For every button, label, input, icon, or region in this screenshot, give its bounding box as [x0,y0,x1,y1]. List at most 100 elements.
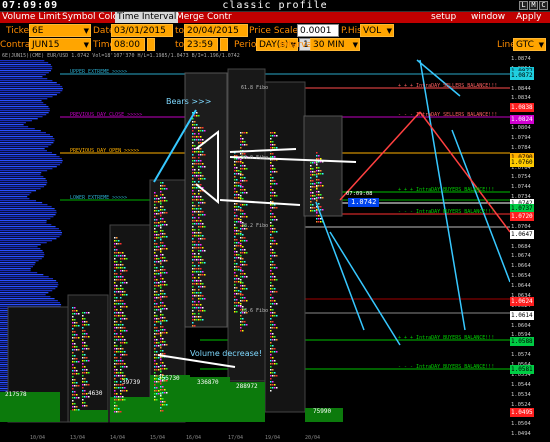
tpo-mark [164,269,166,271]
day-box-3 [109,224,151,423]
tpo-mark [242,246,244,248]
tpo-mark [240,234,242,236]
tpo-mark [274,216,276,218]
tpo-mark [192,271,194,273]
tpo-mark [238,305,240,307]
contract-select[interactable]: JUN15 ▼ [29,38,91,51]
tpo-mark [192,181,194,183]
forecast-line-2 [315,201,365,331]
tpo-mark [194,157,196,159]
tpo-mark [194,220,196,222]
tpo-mark [242,273,244,275]
tpo-mark [316,155,318,157]
tpo-mark [270,231,272,233]
tpo-mark [120,255,122,257]
time-from-spinner[interactable] [147,38,155,51]
tpo-mark [162,404,164,406]
price-tick-label: 1.0874 [511,56,531,62]
tpo-mark [198,130,200,132]
tab-volume-limit[interactable]: Volume Limit [0,12,63,23]
tpo-mark [86,357,88,359]
tpo-mark [272,273,274,275]
tpo-mark [120,375,122,377]
tpo-mark [118,255,120,257]
ticker-select[interactable]: 6E ▼ [29,24,91,37]
tpo-mark [196,232,198,234]
tpo-mark [116,357,118,359]
chevron-down-icon: ▼ [83,41,89,49]
tpo-mark [234,221,236,223]
tpo-mark [318,218,320,220]
price-scale-field[interactable]: 0.0001 [297,24,339,37]
tpo-mark [196,307,198,309]
time-from-field[interactable]: 08:00 [111,38,145,51]
menu-setup[interactable]: setup [429,12,458,23]
tpo-mark [240,279,242,281]
tpo-mark [84,381,86,383]
tpo-mark [192,142,194,144]
price-tick-label: 1.0654 [511,273,531,280]
tpo-mark [78,373,80,375]
interval-select[interactable]: 30 MIN ▼ [310,38,360,51]
tpo-mark [314,210,316,212]
date-to-field[interactable]: 20/04/2015 [184,24,248,37]
window-button-l[interactable]: L [519,1,528,10]
tpo-mark [122,282,124,284]
phist-select[interactable]: VOL ▼ [360,24,394,37]
tpo-mark [198,319,200,321]
tpo-mark [196,172,198,174]
tpo-mark [192,319,194,321]
tpo-mark [202,130,204,132]
tpo-mark [160,395,162,397]
tpo-mark [78,397,80,399]
tpo-mark [164,320,166,322]
window-button-c[interactable]: C [539,1,548,10]
chevron-down-icon: ▼ [352,41,358,49]
profile-chart[interactable]: 6E(JUN15)(CME) EUR/USD 1.0742 Vol=18'107… [0,52,510,435]
tpo-mark [154,222,156,224]
price-axis[interactable]: 1.08741.08641.08541.08441.08341.08241.08… [510,52,550,442]
tab-merge-contr[interactable]: Merge Contr [174,12,234,23]
tpo-mark [162,194,164,196]
tpo-mark [204,286,206,288]
tpo-mark [114,291,116,293]
window-button-m[interactable]: M [529,1,538,10]
menu-apply[interactable]: Apply [514,12,543,23]
tpo-mark [240,300,242,302]
tpo-mark [116,252,118,254]
line-select[interactable]: GTC ▼ [513,38,546,51]
tpo-mark [162,257,164,259]
tpo-mark [192,214,194,216]
tpo-mark [158,270,160,272]
tpo-mark [270,255,272,257]
prev-day-close-label: PREVIOUS DAY CLOSE >>>>> [70,112,143,118]
time-to-field[interactable]: 23:59 [184,38,218,51]
tpo-mark [116,279,118,281]
histogram-bar [0,132,46,134]
tpo-mark [122,375,124,377]
histogram-bar [0,278,54,280]
tpo-mark [320,206,322,208]
tpo-mark [274,219,276,221]
tpo-mark [154,228,156,230]
tpo-mark [310,189,312,191]
tpo-mark [198,247,200,249]
tab-time-interval[interactable]: Time Interval [115,12,179,23]
tpo-mark [272,216,274,218]
tpo-mark [244,204,246,206]
menu-window[interactable]: window [469,12,507,23]
tpo-mark [156,390,158,392]
histogram-bar [0,180,47,182]
histogram-bar [0,170,48,172]
histogram-bar [0,76,43,78]
tpo-mark [240,255,242,257]
tpo-mark [84,348,86,350]
tpo-mark [320,194,322,196]
tpo-mark [160,305,162,307]
tpo-mark [242,198,244,200]
tpo-mark [116,237,118,239]
date-from-field[interactable]: 03/01/2015 [111,24,173,37]
tpo-mark [318,215,320,217]
tpo-mark [318,194,320,196]
tpo-mark [162,221,164,223]
